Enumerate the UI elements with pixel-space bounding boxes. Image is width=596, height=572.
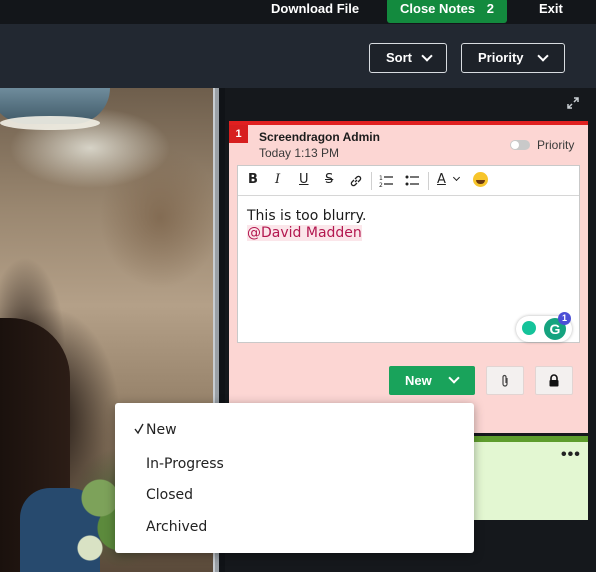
mention-tag[interactable]: @David Madden xyxy=(247,225,362,241)
chevron-down-icon[interactable] xyxy=(452,173,461,182)
status-option-in-progress[interactable]: In-Progress xyxy=(146,456,224,472)
italic-icon[interactable]: I xyxy=(275,172,280,187)
attach-button[interactable] xyxy=(486,366,524,395)
link-icon[interactable] xyxy=(349,174,363,188)
priority-toggle[interactable] xyxy=(510,140,530,150)
lightbulb-icon[interactable] xyxy=(522,321,536,335)
toolbar-separator xyxy=(371,172,372,190)
close-notes-button[interactable]: Close Notes 2 xyxy=(387,0,507,23)
emoji-icon[interactable] xyxy=(473,172,488,187)
lock-button[interactable] xyxy=(535,366,573,395)
grammarly-count-badge: 1 xyxy=(558,312,571,325)
note-author: Screendragon Admin xyxy=(259,130,380,144)
note-number: 1 xyxy=(229,125,248,143)
bulleted-list-icon[interactable] xyxy=(405,174,420,188)
toolbar-separator xyxy=(428,172,429,190)
status-label: New xyxy=(405,373,432,388)
more-options-icon[interactable]: ••• xyxy=(561,447,581,463)
close-notes-count: 2 xyxy=(486,1,494,16)
note-body-text: This is too blurry. xyxy=(247,208,367,224)
bold-icon[interactable]: B xyxy=(248,172,258,187)
status-option-closed[interactable]: Closed xyxy=(146,487,193,503)
top-bar: Download File Close Notes 2 Exit xyxy=(0,0,596,24)
priority-toggle-label: Priority xyxy=(537,138,575,152)
text-color-icon[interactable]: A xyxy=(437,172,446,187)
lock-icon xyxy=(549,374,559,387)
lamp-glow xyxy=(0,116,100,130)
numbered-list-icon[interactable]: 1 2 xyxy=(379,174,394,188)
status-option-archived[interactable]: Archived xyxy=(146,519,207,535)
chevron-down-icon xyxy=(448,372,460,384)
status-dropdown-button[interactable]: New xyxy=(389,366,475,395)
priority-label: Priority xyxy=(478,50,524,65)
exit-link[interactable]: Exit xyxy=(539,1,563,17)
sort-label: Sort xyxy=(386,50,412,65)
svg-text:2: 2 xyxy=(379,182,383,188)
underline-icon[interactable]: U xyxy=(299,172,309,187)
grammarly-widget[interactable]: G 1 xyxy=(516,312,572,342)
note-timestamp: Today 1:13 PM xyxy=(259,146,340,160)
status-menu: New In-Progress Closed Archived xyxy=(115,403,474,553)
svg-text:1: 1 xyxy=(379,175,383,182)
download-file-link[interactable]: Download File xyxy=(271,1,359,17)
chevron-down-icon xyxy=(421,50,433,62)
toolbar: Sort Priority xyxy=(0,24,596,88)
close-notes-label: Close Notes xyxy=(400,1,476,16)
strikethrough-icon[interactable]: S xyxy=(325,172,333,187)
checkmark-icon xyxy=(134,423,144,435)
editor-toolbar: B I U S 1 2 A xyxy=(238,166,579,196)
paperclip-icon xyxy=(502,374,508,387)
status-option-new[interactable]: New xyxy=(146,422,177,438)
expand-icon[interactable] xyxy=(567,97,579,109)
sort-dropdown[interactable]: Sort xyxy=(369,43,447,73)
chevron-down-icon xyxy=(537,50,549,62)
priority-dropdown[interactable]: Priority xyxy=(461,43,565,73)
note-editor[interactable]: B I U S 1 2 A This is too blurry. @David… xyxy=(237,165,580,343)
